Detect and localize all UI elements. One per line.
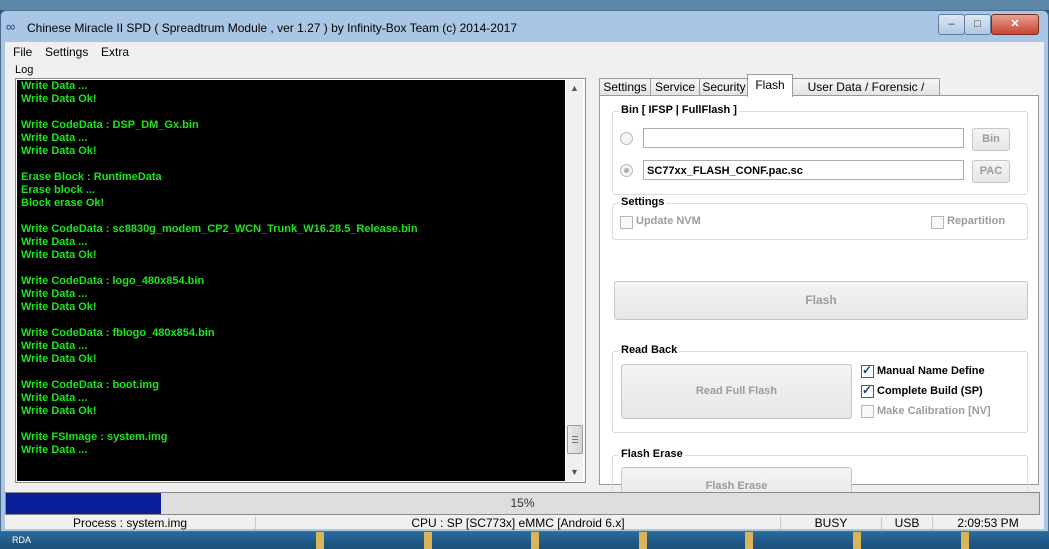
menu-file[interactable]: File bbox=[13, 45, 32, 59]
bin-button[interactable]: Bin bbox=[972, 128, 1010, 151]
log-line: Write Data Ok! bbox=[21, 353, 97, 365]
flash-panel: Bin [ IFSP | FullFlash ] Bin SC77xx_FLAS… bbox=[599, 95, 1039, 513]
taskbar-label: RDA bbox=[12, 535, 32, 545]
manual-name-define-checkbox[interactable] bbox=[861, 363, 874, 378]
scroll-thumb[interactable] bbox=[567, 425, 583, 454]
status-cpu: CPU : SP [SC773x] eMMC [Android 6.x] bbox=[256, 517, 781, 529]
read-back-group: Read Back Read Full Flash Manual Name De… bbox=[612, 344, 1028, 433]
pac-radio[interactable] bbox=[620, 164, 633, 177]
status-process: Process : system.img bbox=[5, 517, 256, 529]
log-line: Erase Block : RuntimeData bbox=[21, 171, 162, 183]
progress-bar: 15% bbox=[5, 492, 1040, 515]
log-panel: Write Data ... Write Data Ok! Write CodeDa… bbox=[15, 78, 586, 483]
desktop-background bbox=[0, 0, 1049, 10]
repartition-checkbox[interactable] bbox=[931, 216, 944, 229]
log-line: Write CodeData : logo_480x854.bin bbox=[21, 275, 205, 287]
log-line: Write Data ... bbox=[21, 288, 88, 300]
log-line: Write Data ... bbox=[21, 132, 88, 144]
menu-extra[interactable]: Extra bbox=[101, 45, 129, 59]
status-time: 2:09:53 PM bbox=[957, 516, 1019, 530]
log-line: Write Data Ok! bbox=[21, 93, 97, 105]
bin-radio[interactable] bbox=[620, 132, 633, 145]
log-output[interactable]: Write Data ... Write Data Ok! Write CodeDa… bbox=[17, 80, 565, 481]
client-area: File Settings Extra Log Write Data ... Wr… bbox=[5, 42, 1044, 529]
log-line: Write Data ... bbox=[21, 340, 88, 352]
log-line: Write CodeData : DSP_DM_Gx.bin bbox=[21, 119, 199, 131]
log-line: Write Data Ok! bbox=[21, 145, 97, 157]
status-connection: USB bbox=[882, 517, 933, 529]
window-title: Chinese Miracle II SPD ( Spreadtrum Modu… bbox=[27, 21, 517, 35]
make-calibration-checkbox[interactable] bbox=[861, 405, 874, 418]
log-line: Write Data Ok! bbox=[21, 249, 97, 261]
read-full-flash-button[interactable]: Read Full Flash bbox=[621, 364, 852, 419]
make-calibration-label: Make Calibration [NV] bbox=[877, 405, 991, 417]
title-bar[interactable]: ∞ Chinese Miracle II SPD ( Spreadtrum Mo… bbox=[1, 11, 1048, 41]
log-line: Write CodeData : fblogo_480x854.bin bbox=[21, 327, 215, 339]
log-line: Write Data Ok! bbox=[21, 405, 97, 417]
pac-button[interactable]: PAC bbox=[972, 160, 1010, 183]
log-line: Write Data ... bbox=[21, 80, 88, 92]
scroll-down-arrow-icon[interactable]: ▼ bbox=[566, 464, 583, 481]
update-nvm-label: Update NVM bbox=[636, 215, 701, 227]
status-bar: Process : system.img CPU : SP [SC773x] e… bbox=[5, 517, 1044, 529]
pac-path-input[interactable]: SC77xx_FLASH_CONF.pac.sc bbox=[643, 160, 964, 180]
repartition-label: Repartition bbox=[947, 215, 1006, 227]
log-line: Write FSImage : system.img bbox=[21, 431, 168, 443]
log-line: Write CodeData : boot.img bbox=[21, 379, 159, 391]
bin-group-label: Bin [ IFSP | FullFlash ] bbox=[619, 104, 739, 116]
status-state: BUSY bbox=[781, 517, 882, 529]
tab-security[interactable]: Security bbox=[699, 78, 749, 96]
tab-service[interactable]: Service bbox=[650, 78, 700, 96]
bin-path-input[interactable] bbox=[643, 128, 964, 148]
log-scrollbar[interactable]: ▲ ▼ bbox=[566, 80, 583, 481]
progress-label: 15% bbox=[510, 496, 535, 510]
log-line: Write CodeData : sc8830g_modem_CP2_WCN_T… bbox=[21, 223, 418, 235]
menu-bar: File Settings Extra bbox=[5, 42, 1044, 62]
log-line: Write Data ... bbox=[21, 236, 88, 248]
complete-build-label: Complete Build (SP) bbox=[877, 385, 983, 397]
manual-name-define-label: Manual Name Define bbox=[877, 365, 985, 377]
tab-settings[interactable]: Settings bbox=[599, 78, 651, 96]
tab-user-data[interactable]: User Data / Forensic / Other bbox=[792, 78, 940, 110]
settings-group-label: Settings bbox=[619, 196, 667, 208]
app-window: ∞ Chinese Miracle II SPD ( Spreadtrum Mo… bbox=[0, 10, 1049, 532]
settings-group: Settings Update NVM Repartition bbox=[612, 196, 1028, 240]
flash-button[interactable]: Flash bbox=[614, 281, 1028, 320]
close-button[interactable]: ✕ bbox=[991, 14, 1039, 35]
complete-build-checkbox[interactable] bbox=[861, 383, 874, 398]
minimize-button[interactable]: – bbox=[938, 14, 965, 35]
bin-group: Bin [ IFSP | FullFlash ] Bin SC77xx_FLAS… bbox=[612, 104, 1028, 195]
menu-settings[interactable]: Settings bbox=[45, 45, 88, 59]
log-line: Write Data ... bbox=[21, 392, 88, 404]
log-line: Block erase Ok! bbox=[21, 197, 105, 209]
log-line: Write Data Ok! bbox=[21, 301, 97, 313]
log-line: Write Data ... bbox=[21, 444, 88, 456]
tab-flash[interactable]: Flash bbox=[747, 74, 793, 97]
update-nvm-checkbox[interactable] bbox=[620, 216, 633, 229]
read-back-group-label: Read Back bbox=[619, 344, 680, 356]
flash-erase-group-label: Flash Erase bbox=[619, 448, 685, 460]
log-label: Log bbox=[15, 64, 34, 76]
infinity-app-icon: ∞ bbox=[6, 19, 16, 34]
log-line: Erase block ... bbox=[21, 184, 95, 196]
scroll-up-arrow-icon[interactable]: ▲ bbox=[566, 80, 583, 97]
taskbar: RDA bbox=[0, 532, 1049, 549]
maximize-button[interactable]: □ bbox=[964, 14, 991, 35]
